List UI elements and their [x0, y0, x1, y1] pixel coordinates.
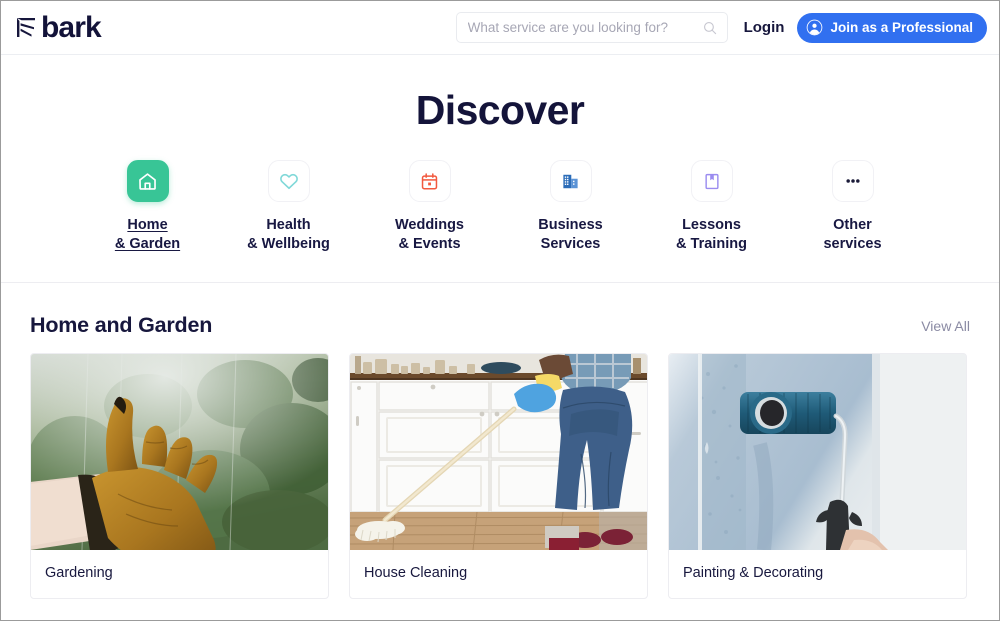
category-label-line1: Lessons: [682, 217, 741, 233]
category-label-line1: Health: [266, 217, 311, 233]
user-avatar-icon: [807, 19, 823, 36]
bark-logo-mark-icon: [17, 18, 35, 37]
category-label: Home & Garden: [115, 216, 180, 254]
category-label-line2: services: [823, 236, 882, 252]
join-button-label: Join as a Professional: [830, 20, 973, 35]
header-actions: Login Join as a Professional: [455, 12, 987, 43]
gardening-card-image: [31, 354, 328, 550]
category-label-line2: & Training: [676, 236, 747, 252]
calendar-icon: [421, 172, 438, 190]
service-card-title: House Cleaning: [364, 565, 468, 581]
discover-page: bark Login Join as a Professional: [1, 1, 999, 620]
category-label-line1: Other: [833, 217, 872, 233]
category-tile: [408, 160, 451, 202]
login-link[interactable]: Login: [744, 19, 785, 36]
site-header: bark Login Join as a Professional: [1, 1, 999, 55]
category-label: Lessons & Training: [676, 216, 747, 254]
section-header: Home and Garden View All: [30, 313, 970, 338]
heart-icon: [279, 173, 298, 190]
category-label: Weddings & Events: [395, 216, 464, 254]
category-label-line2: Services: [540, 236, 601, 252]
category-tile: [549, 160, 592, 202]
category-item-other-services[interactable]: Other services: [782, 160, 923, 254]
category-label: Other services: [823, 216, 881, 254]
category-tile: [126, 160, 169, 202]
page-title: Discover: [415, 87, 585, 133]
service-card-title: Gardening: [45, 565, 113, 581]
search-box[interactable]: [455, 12, 728, 43]
service-card-gardening[interactable]: Gardening: [30, 353, 329, 599]
category-label-line2: & Wellbeing: [247, 236, 330, 252]
category-label: Business Services: [538, 216, 602, 254]
category-tile: [831, 160, 874, 202]
category-label-line1: Weddings: [394, 217, 464, 233]
category-item-weddings-and-events[interactable]: Weddings & Events: [359, 160, 500, 254]
painting-card-image: [669, 354, 966, 550]
category-label-line1: Business: [538, 217, 603, 233]
category-label: Health & Wellbeing: [247, 216, 330, 254]
section-divider: [1, 282, 999, 283]
ellipsis-icon: [845, 179, 860, 183]
category-tile: [267, 160, 310, 202]
category-label-line2: & Garden: [114, 236, 181, 252]
category-item-home-and-garden[interactable]: Home & Garden: [77, 160, 218, 254]
category-label-line1: Home: [127, 217, 168, 233]
join-as-professional-button[interactable]: Join as a Professional: [797, 12, 987, 43]
bark-logo-text: bark: [41, 10, 102, 44]
section-title: Home and Garden: [30, 313, 213, 337]
office-building-icon: [563, 174, 578, 188]
service-card-title: Painting & Decorating: [683, 565, 824, 581]
book-icon: [704, 173, 719, 189]
category-item-business-services[interactable]: Business Services: [500, 160, 641, 254]
category-tile: [690, 160, 733, 202]
category-item-health-and-wellbeing[interactable]: Health & Wellbeing: [218, 160, 359, 254]
category-nav: Home & Garden Health & Wellbeing Wedding…: [1, 160, 999, 282]
service-card-house-cleaning[interactable]: House Cleaning: [349, 353, 648, 599]
service-card-list: Gardening House Cleaning Painting & Deco…: [30, 353, 970, 599]
home-and-garden-section: Home and Garden View All Gardening House…: [1, 313, 999, 599]
category-label-line2: & Events: [398, 236, 461, 252]
search-icon[interactable]: [703, 21, 717, 35]
house-icon: [139, 172, 156, 190]
category-item-lessons-and-training[interactable]: Lessons & Training: [641, 160, 782, 254]
search-input[interactable]: [467, 20, 703, 35]
house-cleaning-card-image: [350, 354, 647, 550]
bark-logo[interactable]: bark: [15, 10, 102, 44]
service-card-painting-and-decorating[interactable]: Painting & Decorating: [668, 353, 967, 599]
view-all-link[interactable]: View All: [921, 318, 970, 334]
